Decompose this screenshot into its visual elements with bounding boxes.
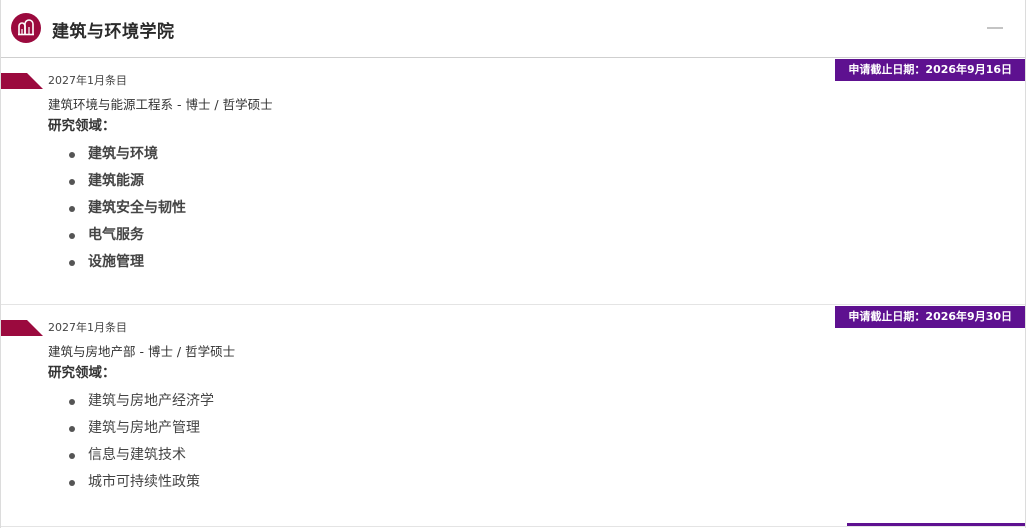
bullet-icon [69, 206, 75, 212]
deadline-badge: 申请截止日期：2026年9月30日 [835, 306, 1025, 328]
research-areas-title: 研究领域： [48, 365, 116, 381]
next-card-deadline-edge [847, 523, 1025, 526]
list-item: 建筑与房地产经济学 [69, 388, 214, 415]
research-areas-list: 建筑与房地产经济学 建筑与房地产管理 信息与建筑技术 城市可持续性政策 [69, 388, 214, 496]
ribbon-icon [1, 73, 43, 89]
research-area: 电气服务 [88, 227, 144, 243]
research-area: 建筑与环境 [88, 146, 158, 162]
list-item: 建筑能源 [69, 168, 186, 195]
bullet-icon [69, 480, 75, 486]
program-card: 2027年1月条目 申请截止日期：2026年9月16日 建筑环境与能源工程系 -… [1, 58, 1025, 305]
list-item: 建筑与房地产管理 [69, 415, 214, 442]
bullet-icon [69, 233, 75, 239]
list-item: 电气服务 [69, 222, 186, 249]
school-header[interactable]: 建筑与环境学院 [1, 0, 1025, 58]
research-area: 设施管理 [88, 254, 144, 270]
program-card: 2027年1月条目 申请截止日期：2026年9月30日 建筑与房地产部 - 博士… [1, 305, 1025, 527]
school-title: 建筑与环境学院 [52, 22, 175, 42]
intake-label: 2027年1月条目 [48, 321, 127, 334]
research-area: 建筑与房地产管理 [88, 420, 200, 436]
page-frame: 建筑与环境学院 2027年1月条目 申请截止日期：2026年9月16日 建筑环境… [0, 0, 1026, 528]
deadline-badge: 申请截止日期：2026年9月16日 [835, 59, 1025, 81]
bullet-icon [69, 260, 75, 266]
bullet-icon [69, 399, 75, 405]
collapse-minus-icon[interactable] [987, 27, 1003, 29]
research-area: 建筑安全与韧性 [88, 200, 186, 216]
research-areas-title: 研究领域： [48, 118, 116, 134]
bullet-icon [69, 426, 75, 432]
research-area: 城市可持续性政策 [88, 474, 200, 490]
intake-label: 2027年1月条目 [48, 74, 127, 87]
bullet-icon [69, 152, 75, 158]
school-emblem-icon [11, 13, 41, 43]
list-item: 建筑与环境 [69, 141, 186, 168]
research-areas-list: 建筑与环境 建筑能源 建筑安全与韧性 电气服务 设施管理 [69, 141, 186, 276]
ribbon-icon [1, 320, 43, 336]
program-name: 建筑与房地产部 - 博士 / 哲学硕士 [48, 344, 236, 359]
research-area: 建筑能源 [88, 173, 144, 189]
program-name: 建筑环境与能源工程系 - 博士 / 哲学硕士 [48, 97, 273, 112]
list-item: 建筑安全与韧性 [69, 195, 186, 222]
bullet-icon [69, 179, 75, 185]
list-item: 信息与建筑技术 [69, 442, 214, 469]
research-area: 信息与建筑技术 [88, 447, 186, 463]
bullet-icon [69, 453, 75, 459]
list-item: 设施管理 [69, 249, 186, 276]
list-item: 城市可持续性政策 [69, 469, 214, 496]
research-area: 建筑与房地产经济学 [88, 393, 214, 409]
